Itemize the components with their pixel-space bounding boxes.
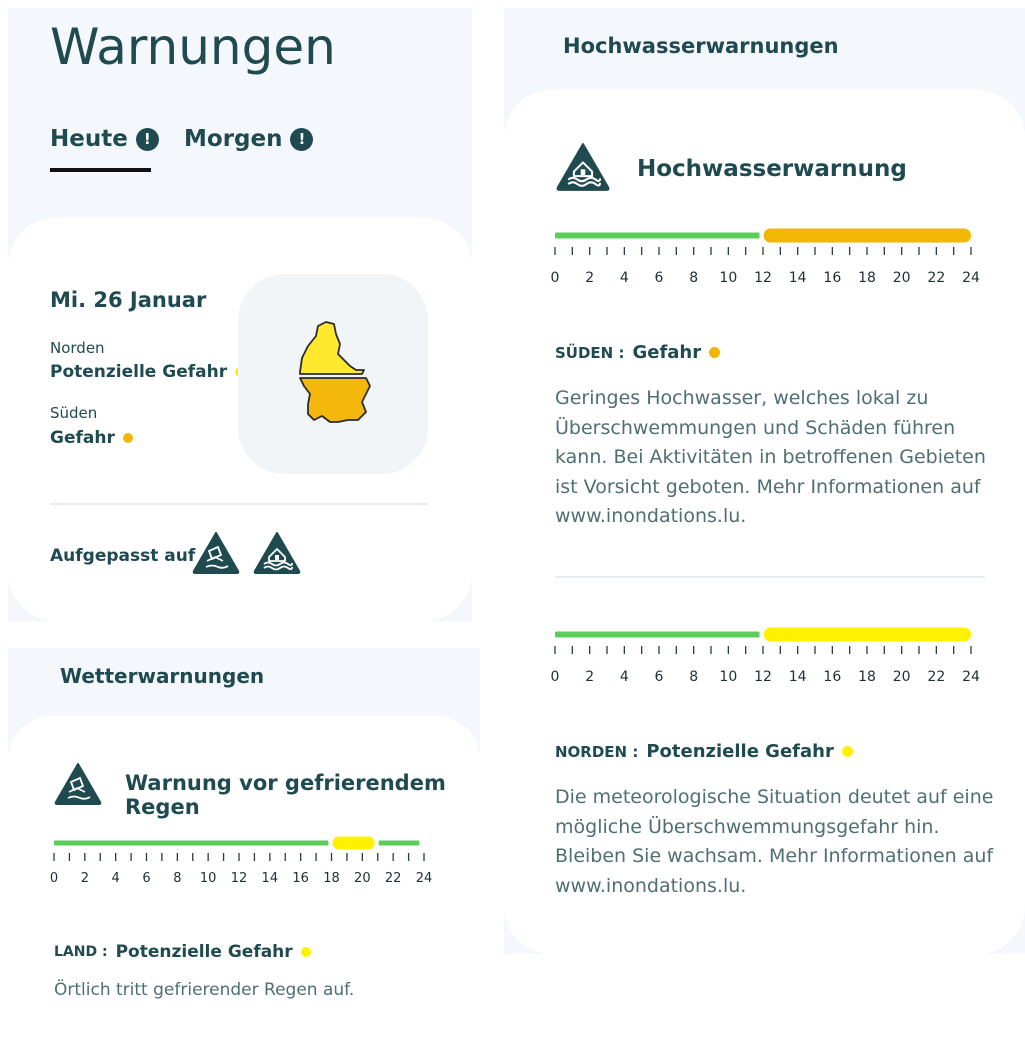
flood-warnings-panel: Hochwasserwarnungen Hochwasserwarnung 0 2…	[504, 8, 1025, 954]
timeline-hour-label: 18	[858, 669, 876, 685]
timeline-hour-label: 0	[551, 669, 560, 685]
timeline-segment-green	[555, 631, 760, 638]
tab-morgen-label: Morgen	[184, 126, 283, 152]
timeline-hour-label: 2	[585, 669, 594, 685]
region-level-south-text: Gefahr	[50, 428, 115, 448]
timeline-hour-label: 12	[231, 871, 248, 886]
region-key-north: NORDEN :	[555, 742, 639, 761]
timeline-segment-orange	[763, 228, 971, 243]
timeline-weather: 0 2 4 6 8 10 12 14 16 18 20 22 24	[50, 836, 433, 886]
region-name-north: Norden	[50, 339, 105, 357]
today-summary-card[interactable]: Mi. 26 Januar Norden Potenzielle Gefahr …	[8, 218, 472, 621]
exclamation-circle-icon: !	[290, 127, 314, 151]
warning-title-flood: Hochwasserwarnung	[637, 156, 907, 182]
tab-heute-label: Heute	[50, 126, 128, 152]
region-level-north: Potenzielle Gefahr	[646, 741, 834, 762]
timeline-hour-label: 22	[927, 270, 945, 286]
date-label: Mi. 26 Januar	[50, 288, 207, 312]
tab-morgen[interactable]: Morgen !	[184, 126, 314, 152]
timeline-hour-label: 6	[655, 270, 664, 286]
region-name-south: Süden	[50, 404, 98, 422]
timeline-hour-label: 22	[927, 669, 945, 685]
timeline-hour-label: 8	[689, 669, 698, 685]
timeline-hour-label: 14	[262, 871, 279, 886]
timeline-hour-label: 18	[858, 270, 876, 286]
region-level-north-text: Potenzielle Gefahr	[50, 362, 228, 382]
level-dot-yellow	[841, 746, 853, 757]
level-dot-orange	[709, 347, 721, 358]
timeline-hour-label: 8	[689, 270, 698, 286]
freezing-rain-warning-icon[interactable]	[192, 531, 240, 575]
flood-warning-icon[interactable]	[253, 531, 301, 575]
timeline-hour-label: 0	[551, 270, 560, 286]
timeline-hour-label: 12	[754, 669, 772, 685]
timeline-hour-label: 16	[292, 871, 309, 886]
timeline-hour-label: 16	[823, 270, 841, 286]
weather-warnings-panel: Wetterwarnungen Warnung vor gefrierendem…	[8, 648, 480, 1046]
timeline-hour-label: 4	[620, 270, 629, 286]
timeline-hour-label: 22	[385, 871, 402, 886]
timeline-hour-label: 4	[112, 871, 120, 886]
region-level-south: Gefahr	[50, 428, 133, 448]
flood-warning-icon	[555, 142, 611, 192]
timeline-hour-label: 10	[719, 270, 737, 286]
flood-warning-card[interactable]: Hochwasserwarnung 0 2 4 6 8 10 12 14 16 18 20 22 24 …	[504, 90, 1025, 954]
level-dot-orange	[122, 433, 133, 443]
timeline-hour-label: 12	[754, 270, 772, 286]
luxembourg-map-icon	[299, 321, 371, 423]
page-title: Warnungen	[50, 18, 336, 76]
freezing-rain-warning-card[interactable]: Warnung vor gefrierendem Regen 0 2 4 6 8 10 12…	[8, 716, 480, 1046]
level-dot-yellow	[300, 947, 311, 957]
timeline-hour-label: 6	[142, 871, 150, 886]
section-title-flood: Hochwasserwarnungen	[563, 34, 839, 58]
timeline-hour-label: 24	[962, 669, 980, 685]
timeline-hour-label: 8	[173, 871, 181, 886]
region-row-land: LAND : Potenzielle Gefahr	[54, 942, 311, 962]
region-row-south: SÜDEN : Gefahr	[555, 342, 721, 363]
timeline-segment-green	[378, 840, 420, 846]
timeline-hour-label: 20	[893, 669, 911, 685]
timeline-hour-label: 2	[81, 871, 89, 886]
timeline-south: 0 2 4 6 8 10 12 14 16 18 20 22 24	[551, 228, 980, 286]
exclamation-circle-icon: !	[135, 127, 159, 151]
timeline-hour-label: 24	[962, 270, 980, 286]
warning-description-land: Örtlich tritt gefrierender Regen auf.	[54, 980, 355, 1000]
timeline-north: 0 2 4 6 8 10 12 14 16 18 20 22 24	[551, 627, 980, 685]
timeline-hour-label: 0	[50, 871, 58, 886]
timeline-segment-green	[54, 840, 329, 846]
timeline-hour-label: 2	[585, 270, 594, 286]
warning-description-south: Geringes Hochwasser, welches lokal zu Üb…	[555, 387, 986, 527]
region-row-north: NORDEN : Potenzielle Gefahr	[555, 741, 853, 762]
warning-description-north: Die meteorologische Situation deutet auf…	[555, 786, 994, 897]
timeline-segment-yellow	[763, 627, 971, 642]
divider	[555, 576, 985, 578]
divider	[50, 503, 428, 505]
timeline-segment-yellow	[332, 836, 375, 850]
timeline-hour-label: 18	[323, 871, 340, 886]
timeline-hour-label: 24	[416, 871, 433, 886]
tab-heute[interactable]: Heute !	[50, 126, 159, 152]
timeline-hour-label: 10	[719, 669, 737, 685]
timeline-hour-label: 20	[354, 871, 371, 886]
luxembourg-map[interactable]	[238, 274, 428, 474]
timeline-hour-label: 10	[200, 871, 217, 886]
region-level-land: Potenzielle Gefahr	[115, 942, 293, 962]
timeline-hour-label: 14	[789, 270, 807, 286]
aware-label: Aufgepasst auf	[50, 546, 196, 566]
region-key-land: LAND :	[54, 944, 108, 960]
timeline-hour-label: 16	[823, 669, 841, 685]
region-level-north: Potenzielle Gefahr	[50, 362, 246, 382]
freezing-rain-warning-icon	[54, 762, 102, 806]
timeline-segment-green	[555, 232, 760, 239]
timeline-hour-label: 4	[620, 669, 629, 685]
active-tab-indicator	[50, 168, 151, 172]
region-level-south: Gefahr	[632, 342, 702, 363]
timeline-hour-label: 20	[893, 270, 911, 286]
region-key-south: SÜDEN :	[555, 343, 625, 362]
timeline-hour-label: 6	[655, 669, 664, 685]
section-title-weather: Wetterwarnungen	[60, 664, 265, 688]
warning-title-freezing-rain: Warnung vor gefrierendem Regen	[125, 771, 446, 819]
warnings-header-panel: Warnungen Heute ! Morgen ! Mi. 26 Januar…	[8, 8, 472, 621]
timeline-hour-label: 14	[789, 669, 807, 685]
